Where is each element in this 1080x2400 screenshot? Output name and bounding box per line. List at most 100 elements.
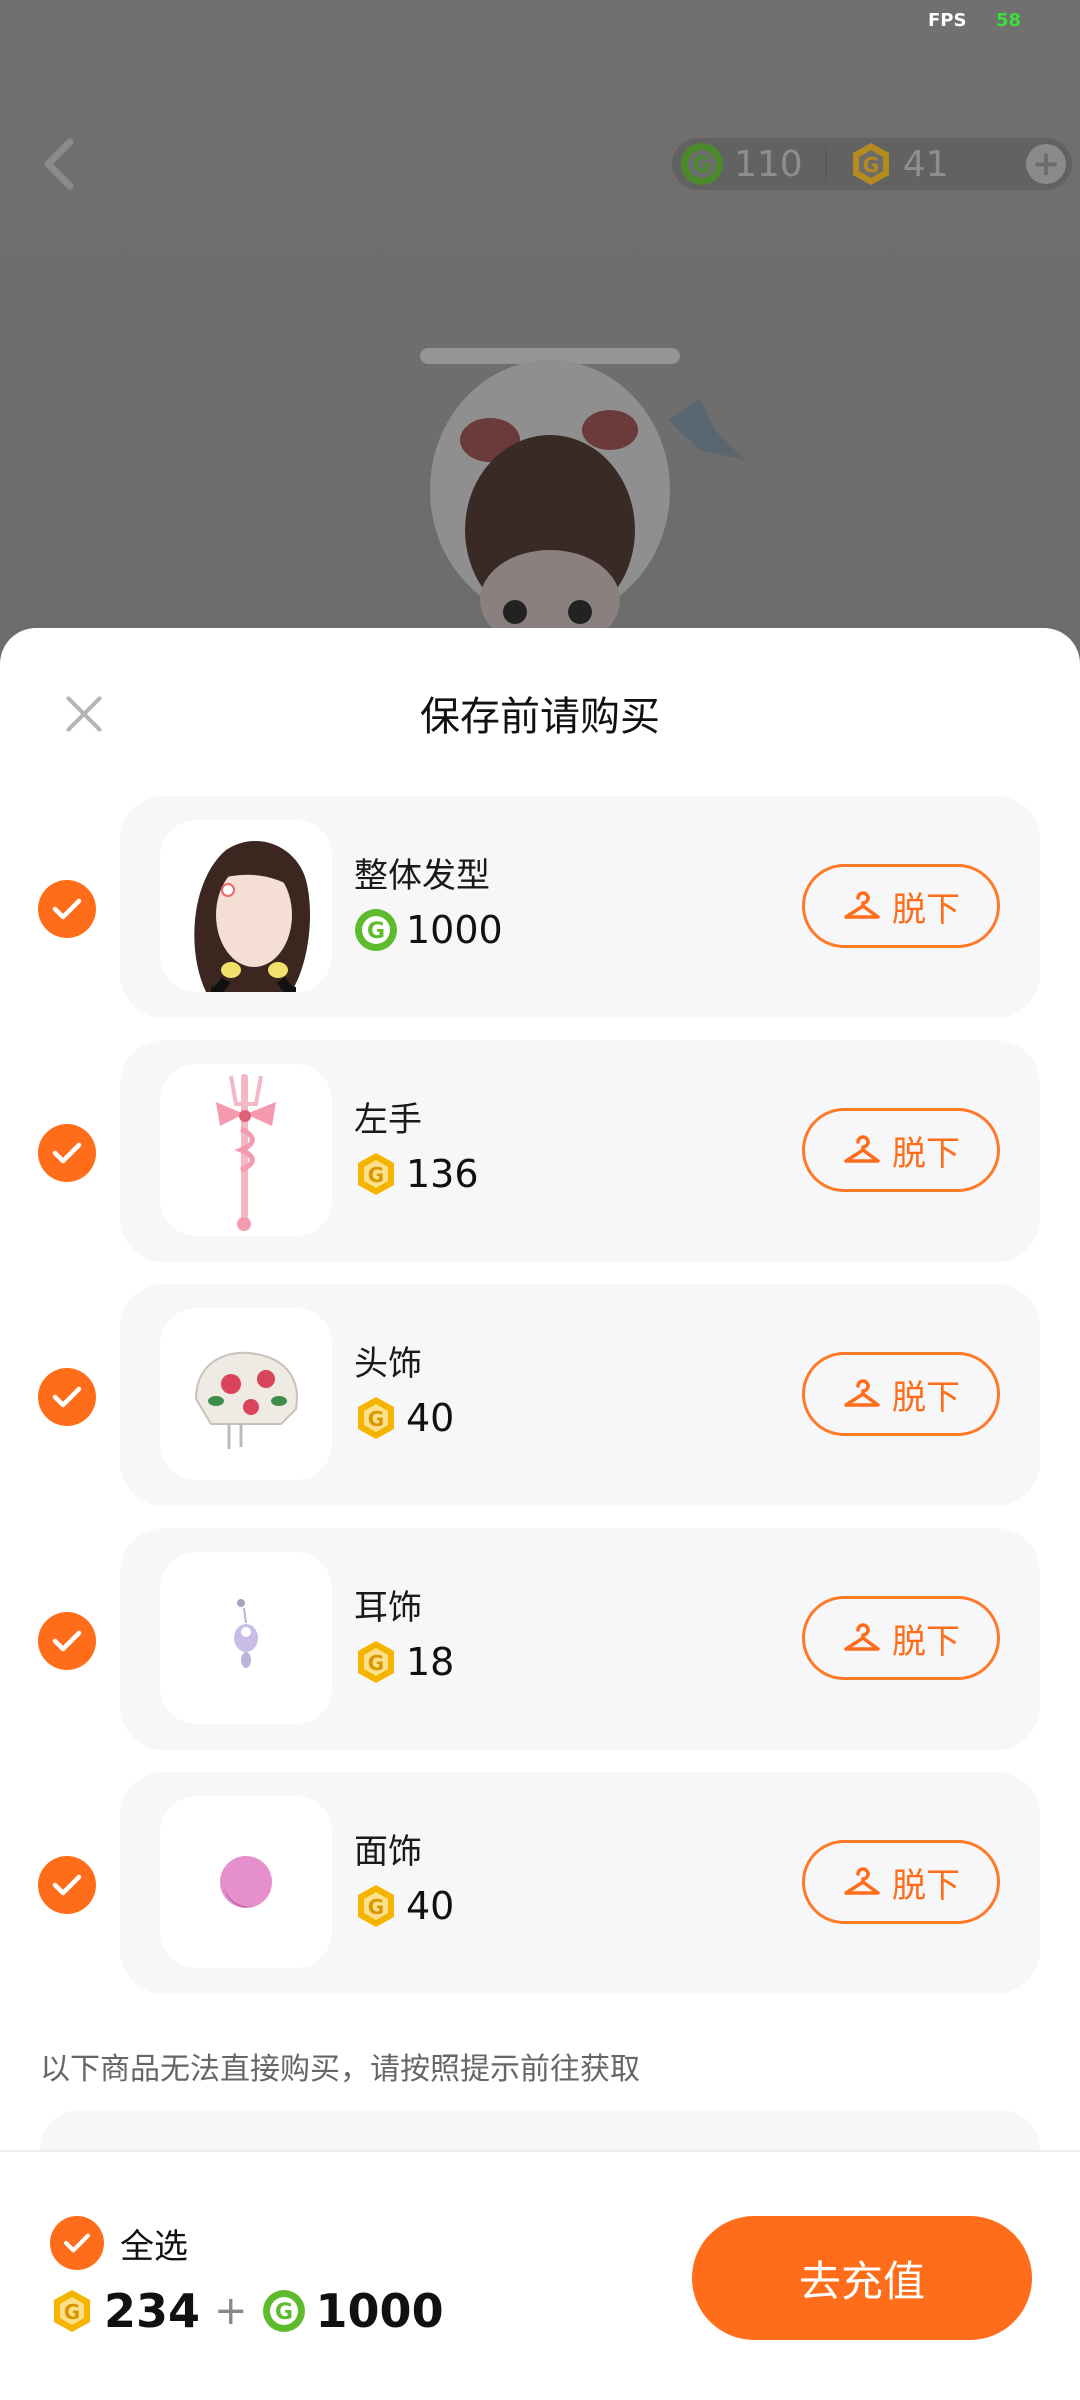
- take-off-label: 脱下: [892, 1621, 960, 1662]
- take-off-label: 脱下: [892, 1377, 960, 1418]
- gold-coin-icon: G: [358, 1397, 394, 1439]
- item-price: G 136: [354, 1152, 479, 1196]
- gold-total: 234: [104, 2284, 201, 2338]
- select-all-label: 全选: [120, 2226, 188, 2267]
- green-coin-icon: G: [681, 143, 723, 185]
- unavailable-note: 以下商品无法直接购买，请按照提示前往获取: [40, 2052, 640, 2087]
- take-off-button[interactable]: 脱下: [802, 1108, 1000, 1192]
- svg-text:G: G: [368, 1407, 384, 1431]
- gold-currency: G 41: [849, 138, 949, 190]
- item-price: G 40: [354, 1884, 454, 1928]
- green-currency-amount: 110: [734, 143, 803, 185]
- divider: [824, 147, 827, 181]
- check-icon: [52, 1630, 82, 1652]
- svg-text:G: G: [368, 1651, 384, 1675]
- sheet-title: 保存前请购买: [420, 694, 660, 740]
- price-value: 40: [406, 1396, 455, 1440]
- item-name: 面饰: [354, 1832, 422, 1872]
- price-value: 1000: [406, 908, 503, 952]
- take-off-button[interactable]: 脱下: [802, 864, 1000, 948]
- check-icon: [52, 1142, 82, 1164]
- face-accessory-image: [220, 1856, 272, 1908]
- price-value: 40: [406, 1884, 455, 1928]
- green-total: 1000: [315, 2284, 444, 2338]
- avatar-preview-scene: FPS 58 G 110 G 41 +: [0, 0, 1080, 700]
- hanger-icon: [844, 1867, 880, 1895]
- svg-text:G: G: [275, 2300, 293, 2325]
- take-off-button[interactable]: 脱下: [802, 1596, 1000, 1680]
- gold-coin-icon: G: [358, 1885, 394, 1927]
- green-coin-icon: G: [262, 2290, 305, 2332]
- take-off-label: 脱下: [892, 1133, 960, 1174]
- check-icon: [52, 1874, 82, 1896]
- currency-bar: G 110 G 41 +: [672, 138, 1072, 190]
- item-thumbnail: [160, 820, 332, 992]
- item-name: 左手: [354, 1100, 422, 1140]
- item-name: 耳饰: [354, 1588, 422, 1628]
- item-card: 左手 G 136 脱下: [120, 1040, 1040, 1262]
- svg-text:G: G: [863, 153, 879, 177]
- check-icon: [52, 898, 82, 920]
- recharge-button[interactable]: 去充值: [692, 2216, 1032, 2340]
- check-icon: [64, 2233, 90, 2253]
- take-off-button[interactable]: 脱下: [802, 1840, 1000, 1924]
- item-name: 头饰: [354, 1344, 422, 1384]
- item-thumbnail: [160, 1796, 332, 1968]
- item-price: G 1000: [354, 908, 503, 952]
- item-name: 整体发型: [354, 856, 490, 896]
- item-card: 整体发型 G 1000 脱下: [120, 796, 1040, 1018]
- price-value: 136: [406, 1152, 479, 1196]
- select-all-checkbox[interactable]: [50, 2216, 104, 2270]
- svg-text:G: G: [64, 2300, 80, 2324]
- plus-sign: +: [214, 2288, 248, 2334]
- svg-text:G: G: [367, 919, 385, 944]
- gold-coin-icon: G: [358, 1153, 394, 1195]
- svg-text:G: G: [368, 1895, 384, 1919]
- total-price: G 234 + G 1000: [50, 2284, 444, 2338]
- svg-text:G: G: [693, 153, 711, 178]
- item-card: 头饰 G 40 脱下: [120, 1284, 1040, 1506]
- fps-value: 58: [996, 10, 1022, 31]
- fps-label: FPS: [928, 10, 967, 31]
- gold-currency-amount: 41: [902, 143, 949, 185]
- item-card: 面饰 G 40 脱下: [120, 1772, 1040, 1994]
- headwear-image: [194, 1351, 298, 1449]
- green-coin-icon: G: [355, 909, 397, 951]
- list-item: 头饰 G 40 脱下: [0, 1284, 1080, 1506]
- item-checkbox[interactable]: [38, 1124, 96, 1182]
- chevron-left-icon: [44, 138, 74, 190]
- footer-bar: 全选 G 234 + G 1000 去充值: [0, 2150, 1080, 2400]
- gold-coin-icon: G: [852, 143, 889, 185]
- select-all-toggle[interactable]: 全选: [50, 2216, 188, 2270]
- hanger-icon: [844, 891, 880, 919]
- svg-text:G: G: [368, 1163, 384, 1187]
- item-checkbox[interactable]: [38, 880, 96, 938]
- item-price: G 40: [354, 1396, 454, 1440]
- take-off-button[interactable]: 脱下: [802, 1352, 1000, 1436]
- list-item: 左手 G 136 脱下: [0, 1040, 1080, 1262]
- take-off-label: 脱下: [892, 889, 960, 930]
- item-checkbox[interactable]: [38, 1612, 96, 1670]
- list-item: 面饰 G 40 脱下: [0, 1772, 1080, 1994]
- hanger-icon: [844, 1135, 880, 1163]
- list-item: 耳饰 G 18 脱下: [0, 1528, 1080, 1750]
- add-currency-button[interactable]: +: [1026, 144, 1066, 184]
- gold-coin-icon: G: [358, 1641, 394, 1683]
- take-off-label: 脱下: [892, 1865, 960, 1906]
- item-thumbnail: [160, 1308, 332, 1480]
- wand-image: [216, 1074, 276, 1231]
- hanger-icon: [844, 1623, 880, 1651]
- price-value: 18: [406, 1640, 455, 1684]
- item-checkbox[interactable]: [38, 1856, 96, 1914]
- purchase-sheet: 保存前请购买 整体发型 G 1000 脱下 左手 G 136 脱下 头饰 G 4…: [0, 628, 1080, 2400]
- item-checkbox[interactable]: [38, 1368, 96, 1426]
- item-thumbnail: [160, 1552, 332, 1724]
- avatar-figure: [430, 360, 745, 630]
- hairstyle-image: [194, 841, 311, 992]
- earring-image: [234, 1599, 258, 1668]
- item-price: G 18: [354, 1640, 454, 1684]
- back-button[interactable]: [36, 136, 80, 192]
- item-card: 耳饰 G 18 脱下: [120, 1528, 1040, 1750]
- list-item: 整体发型 G 1000 脱下: [0, 796, 1080, 1018]
- check-icon: [52, 1386, 82, 1408]
